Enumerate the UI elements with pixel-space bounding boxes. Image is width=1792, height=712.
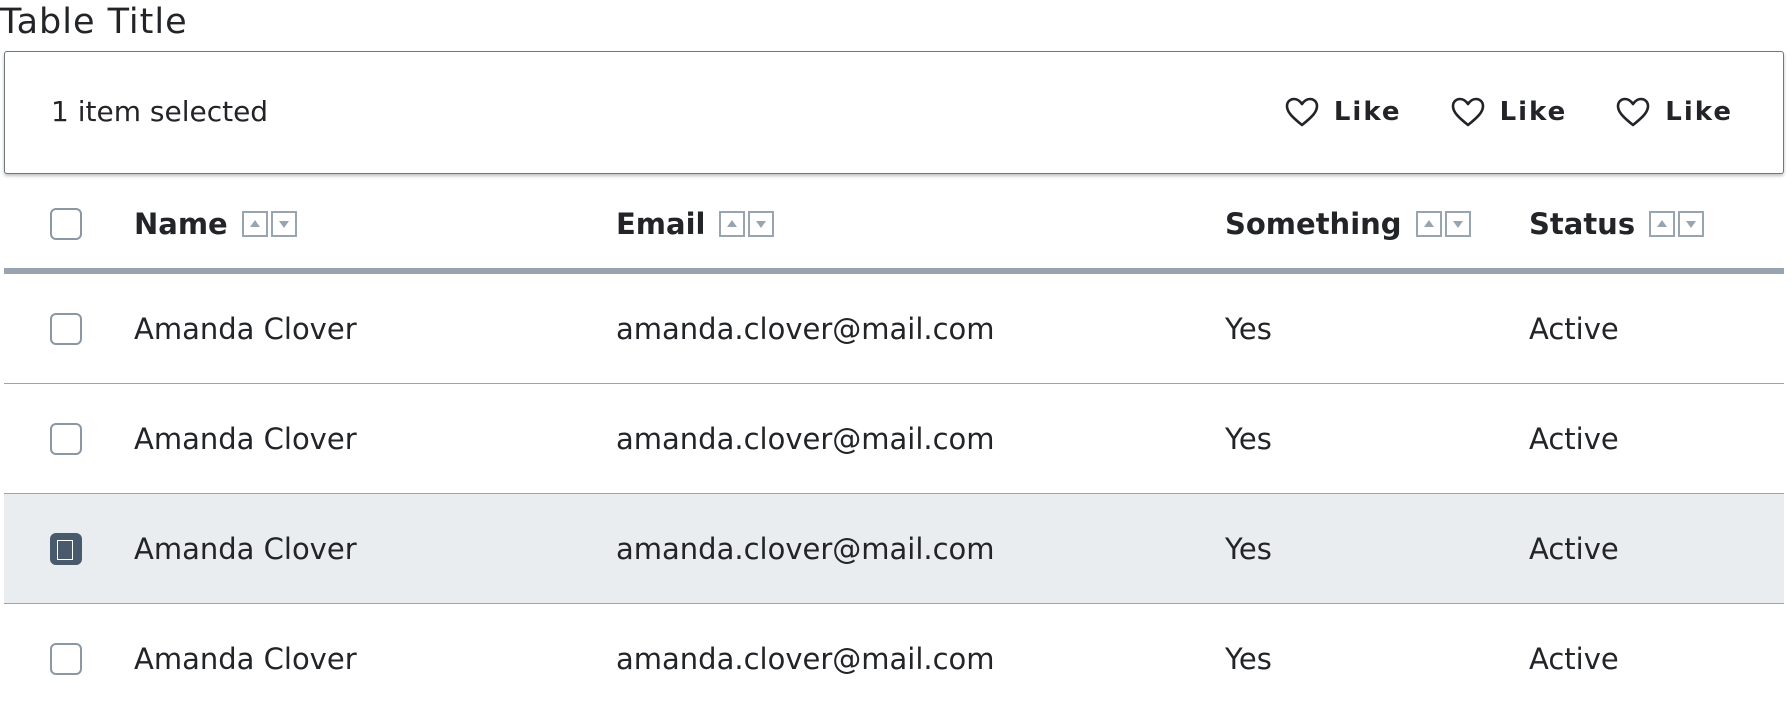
status-cell: Active xyxy=(1529,531,1619,566)
name-cell: Amanda Clover xyxy=(134,531,357,566)
like-button[interactable]: Like xyxy=(1615,96,1733,128)
something-cell: Yes xyxy=(1225,311,1272,346)
column-header-label: Name xyxy=(134,207,228,241)
row-checkbox-checked[interactable] xyxy=(50,532,82,565)
column-header-label: Email xyxy=(616,207,706,241)
like-button-label: Like xyxy=(1499,97,1568,127)
name-cell: Amanda Clover xyxy=(134,421,357,456)
table-header-row: Name Email Something Status xyxy=(4,180,1784,274)
row-checkbox[interactable] xyxy=(50,642,82,675)
email-cell: amanda.clover@mail.com xyxy=(616,421,995,456)
table-title: Table Title xyxy=(0,2,188,42)
something-cell: Yes xyxy=(1225,531,1272,566)
row-checkbox[interactable] xyxy=(50,312,82,345)
status-cell: Active xyxy=(1529,421,1619,456)
like-button[interactable]: Like xyxy=(1450,96,1568,128)
sort-descending-button[interactable] xyxy=(1678,211,1705,237)
email-cell: amanda.clover@mail.com xyxy=(616,531,995,566)
email-cell: amanda.clover@mail.com xyxy=(616,641,995,676)
table-row-selected[interactable]: Amanda Clover amanda.clover@mail.com Yes… xyxy=(4,494,1784,604)
column-header-label: Something xyxy=(1225,207,1402,241)
table-row[interactable]: Amanda Clover amanda.clover@mail.com Yes… xyxy=(4,384,1784,494)
sort-ascending-button[interactable] xyxy=(241,211,268,237)
sort-controls xyxy=(1649,211,1707,237)
name-cell: Amanda Clover xyxy=(134,311,357,346)
select-all-checkbox[interactable] xyxy=(50,208,82,240)
page: Table Title 1 item selected Like Like Li… xyxy=(0,0,1792,712)
select-all-cell xyxy=(50,180,82,268)
selection-count-text: 1 item selected xyxy=(51,95,269,128)
sort-descending-button[interactable] xyxy=(1444,211,1471,237)
sort-descending-button[interactable] xyxy=(748,211,775,237)
row-checkbox[interactable] xyxy=(50,422,82,455)
heart-outline-icon xyxy=(1285,97,1319,127)
name-cell: Amanda Clover xyxy=(134,641,357,676)
sort-descending-button[interactable] xyxy=(270,211,297,237)
table-row[interactable]: Amanda Clover amanda.clover@mail.com Yes… xyxy=(4,274,1784,384)
toolbar-actions: Like Like Like xyxy=(1236,52,1733,172)
data-table: Name Email Something Status Amanda Clove… xyxy=(4,180,1784,712)
row-select-cell xyxy=(50,384,82,493)
column-header-email: Email xyxy=(616,180,777,268)
like-button-label: Like xyxy=(1333,97,1402,127)
sort-ascending-button[interactable] xyxy=(1649,211,1676,237)
column-header-status: Status xyxy=(1529,180,1707,268)
status-cell: Active xyxy=(1529,641,1619,676)
table-row[interactable]: Amanda Clover amanda.clover@mail.com Yes… xyxy=(4,604,1784,712)
row-select-cell xyxy=(50,604,82,712)
sort-controls xyxy=(1415,211,1474,237)
sort-ascending-button[interactable] xyxy=(1415,211,1442,237)
sort-controls xyxy=(719,211,777,237)
status-cell: Active xyxy=(1529,311,1619,346)
sort-controls xyxy=(241,211,300,237)
something-cell: Yes xyxy=(1225,641,1272,676)
heart-outline-icon xyxy=(1616,97,1650,127)
row-select-cell xyxy=(50,494,82,603)
heart-outline-icon xyxy=(1451,97,1484,127)
something-cell: Yes xyxy=(1225,421,1272,456)
selection-toolbar: 1 item selected Like Like Like xyxy=(4,51,1784,174)
like-button[interactable]: Like xyxy=(1284,96,1402,128)
column-header-name: Name xyxy=(134,180,300,268)
row-select-cell xyxy=(50,274,82,383)
email-cell: amanda.clover@mail.com xyxy=(616,311,995,346)
column-header-label: Status xyxy=(1529,207,1636,241)
sort-ascending-button[interactable] xyxy=(719,211,746,237)
like-button-label: Like xyxy=(1665,97,1733,127)
column-header-something: Something xyxy=(1225,180,1474,268)
